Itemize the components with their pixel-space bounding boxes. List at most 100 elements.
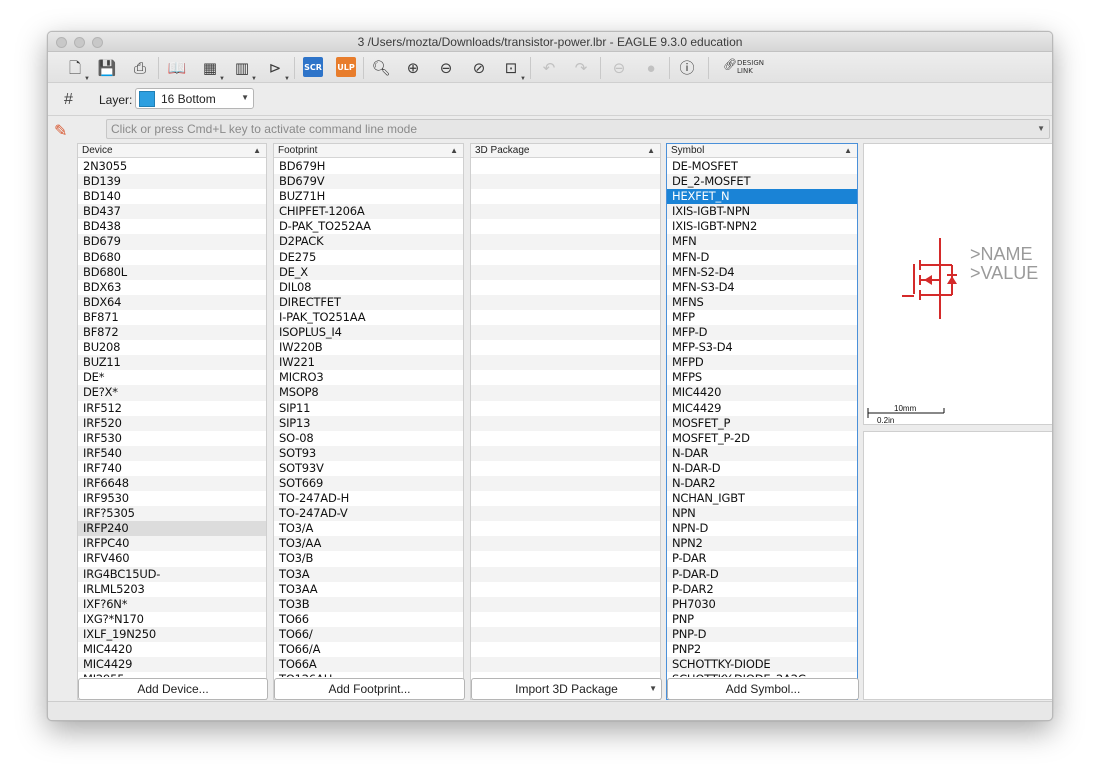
list-item[interactable]: IRF512 [78,401,266,416]
list-item[interactable]: MFNS [667,294,857,310]
list-item[interactable]: ISOPLUS_I4 [274,325,463,341]
list-item[interactable]: MIC4429 [78,657,266,673]
stop-icon[interactable]: ⊖ [608,57,630,79]
list-item[interactable]: SCHOTTKY-DIODE [667,657,857,673]
list-item[interactable]: IRFP240 [78,521,266,537]
list-item[interactable]: IXF?6N* [78,596,266,612]
list-item[interactable]: BD679V [274,174,463,190]
list-item[interactable]: N-DAR [667,445,857,461]
list-item[interactable]: SCHOTTKY-DIODE_2A2C [667,672,857,677]
list-item[interactable]: PNP [667,612,857,627]
list-item[interactable]: D2PACK [274,234,463,250]
go-icon[interactable]: ● [640,57,662,79]
list-item[interactable]: IRLML5203 [78,582,266,597]
list-item[interactable]: IRF740 [78,461,266,476]
list-item[interactable]: IRFPC40 [78,536,266,552]
list-item[interactable]: BD438 [78,219,266,234]
list-item[interactable]: IXLF_19N250 [78,626,266,642]
list-item[interactable]: DIL08 [274,280,463,295]
list-item[interactable]: TO66 [274,612,463,627]
list-item[interactable]: MFPS [667,370,857,385]
list-item[interactable]: BD679H [274,159,463,174]
list-item[interactable]: SIP11 [274,401,463,416]
list-item[interactable]: SOT669 [274,475,463,492]
ulp-button[interactable]: ULP [336,57,356,77]
chip-device-icon[interactable]: ▥ ▼ [231,57,257,83]
zoom-out-icon[interactable]: ⊖ [435,57,457,79]
script-button[interactable]: SCR [303,57,323,77]
list-item[interactable]: MICRO3 [274,370,463,385]
symbol-gate-icon[interactable]: ⊳ ▼ [264,57,290,83]
list-item[interactable]: BF872 [78,325,266,341]
list-item[interactable]: MFN-S3-D4 [667,280,857,295]
import-3d-package-button[interactable]: Import 3D Package ▼ [471,678,662,700]
add-device-button[interactable]: Add Device... [78,678,268,700]
list-item[interactable]: TO126AH [274,672,463,677]
list-item[interactable]: MFN-D [667,250,857,265]
command-line-input[interactable]: Click or press Cmd+L key to activate com… [106,119,1050,139]
new-file-icon[interactable]: 🗋 ▼ [64,57,90,83]
list-item[interactable]: BUZ11 [78,355,266,371]
list-item[interactable]: D-PAK_TO252AA [274,219,463,234]
list-item[interactable]: P-DAR2 [667,582,857,597]
list-item[interactable]: BD680L [78,264,266,280]
list-item[interactable]: DE_2-MOSFET [667,174,857,190]
list-item[interactable]: MFP [667,310,857,325]
list-item[interactable]: IRG4BC15UD- [78,566,266,582]
list-item[interactable]: BD680 [78,250,266,265]
list-item[interactable]: MJ2955 [78,672,266,677]
add-symbol-button[interactable]: Add Symbol... [667,678,859,700]
undo-icon[interactable]: ↶ [538,57,560,79]
list-item[interactable]: TO3AA [274,582,463,597]
zoom-area-icon[interactable]: ⊡ ▼ [500,57,526,83]
list-item[interactable]: DE_X [274,264,463,280]
list-item[interactable]: CHIPFET-1206A [274,204,463,220]
list-item[interactable]: DE275 [274,250,463,265]
list-item[interactable]: MOSFET_P [667,415,857,431]
list-item[interactable]: MSOP8 [274,385,463,401]
list-item[interactable]: PNP2 [667,642,857,657]
list-item[interactable]: MFN [667,234,857,250]
list-item[interactable]: P-DAR-D [667,566,857,582]
package3d-column-header[interactable]: 3D Package ▲ [471,144,660,158]
list-item[interactable]: TO66A [274,657,463,673]
list-item[interactable]: BD437 [78,204,266,220]
list-item[interactable]: TO3B [274,596,463,612]
list-item[interactable]: TO3A [274,566,463,582]
zoom-redraw-icon[interactable]: ⊘ [468,57,490,79]
list-item[interactable]: NPN2 [667,536,857,552]
list-item[interactable]: IRF9530 [78,491,266,506]
list-item[interactable]: MOSFET_P-2D [667,431,857,446]
list-item[interactable]: BF871 [78,310,266,325]
symbol-column-header[interactable]: Symbol ▲ [667,144,857,158]
list-item[interactable]: MIC4420 [78,642,266,657]
list-item[interactable]: IXIS-IGBT-NPN [667,204,857,220]
add-footprint-button[interactable]: Add Footprint... [274,678,465,700]
package-icon[interactable]: ▦ ▼ [199,57,225,83]
list-item[interactable]: TO3/A [274,521,463,536]
list-item[interactable]: HEXFET_N [667,189,857,205]
minimize-window-button[interactable] [74,37,85,48]
chevron-down-icon[interactable]: ▼ [1037,120,1045,138]
list-item[interactable]: DIRECTFET [274,294,463,310]
layer-select[interactable]: 16 Bottom ▼ [135,88,254,109]
list-item[interactable]: P-DAR [667,551,857,566]
list-item[interactable]: SIP13 [274,415,463,431]
list-item[interactable]: TO-247AD-H [274,491,463,506]
zoom-in-icon[interactable]: ⊕ [402,57,424,79]
list-item[interactable]: PH7030 [667,596,857,612]
list-item[interactable]: 2N3055 [78,159,266,174]
device-column-header[interactable]: Device ▲ [78,144,266,158]
list-item[interactable]: BU208 [78,340,266,355]
list-item[interactable]: BD679 [78,234,266,250]
zoom-window-button[interactable] [92,37,103,48]
list-item[interactable]: TO3/AA [274,536,463,552]
list-item[interactable]: SOT93 [274,445,463,461]
list-item[interactable]: BD139 [78,174,266,190]
list-item[interactable]: IW220B [274,340,463,355]
list-item[interactable]: TO66/ [274,626,463,642]
list-item[interactable]: BDX64 [78,294,266,310]
list-item[interactable]: DE* [78,370,266,385]
grid-icon[interactable]: # [64,91,73,109]
list-item[interactable]: I-PAK_TO251AA [274,310,463,325]
